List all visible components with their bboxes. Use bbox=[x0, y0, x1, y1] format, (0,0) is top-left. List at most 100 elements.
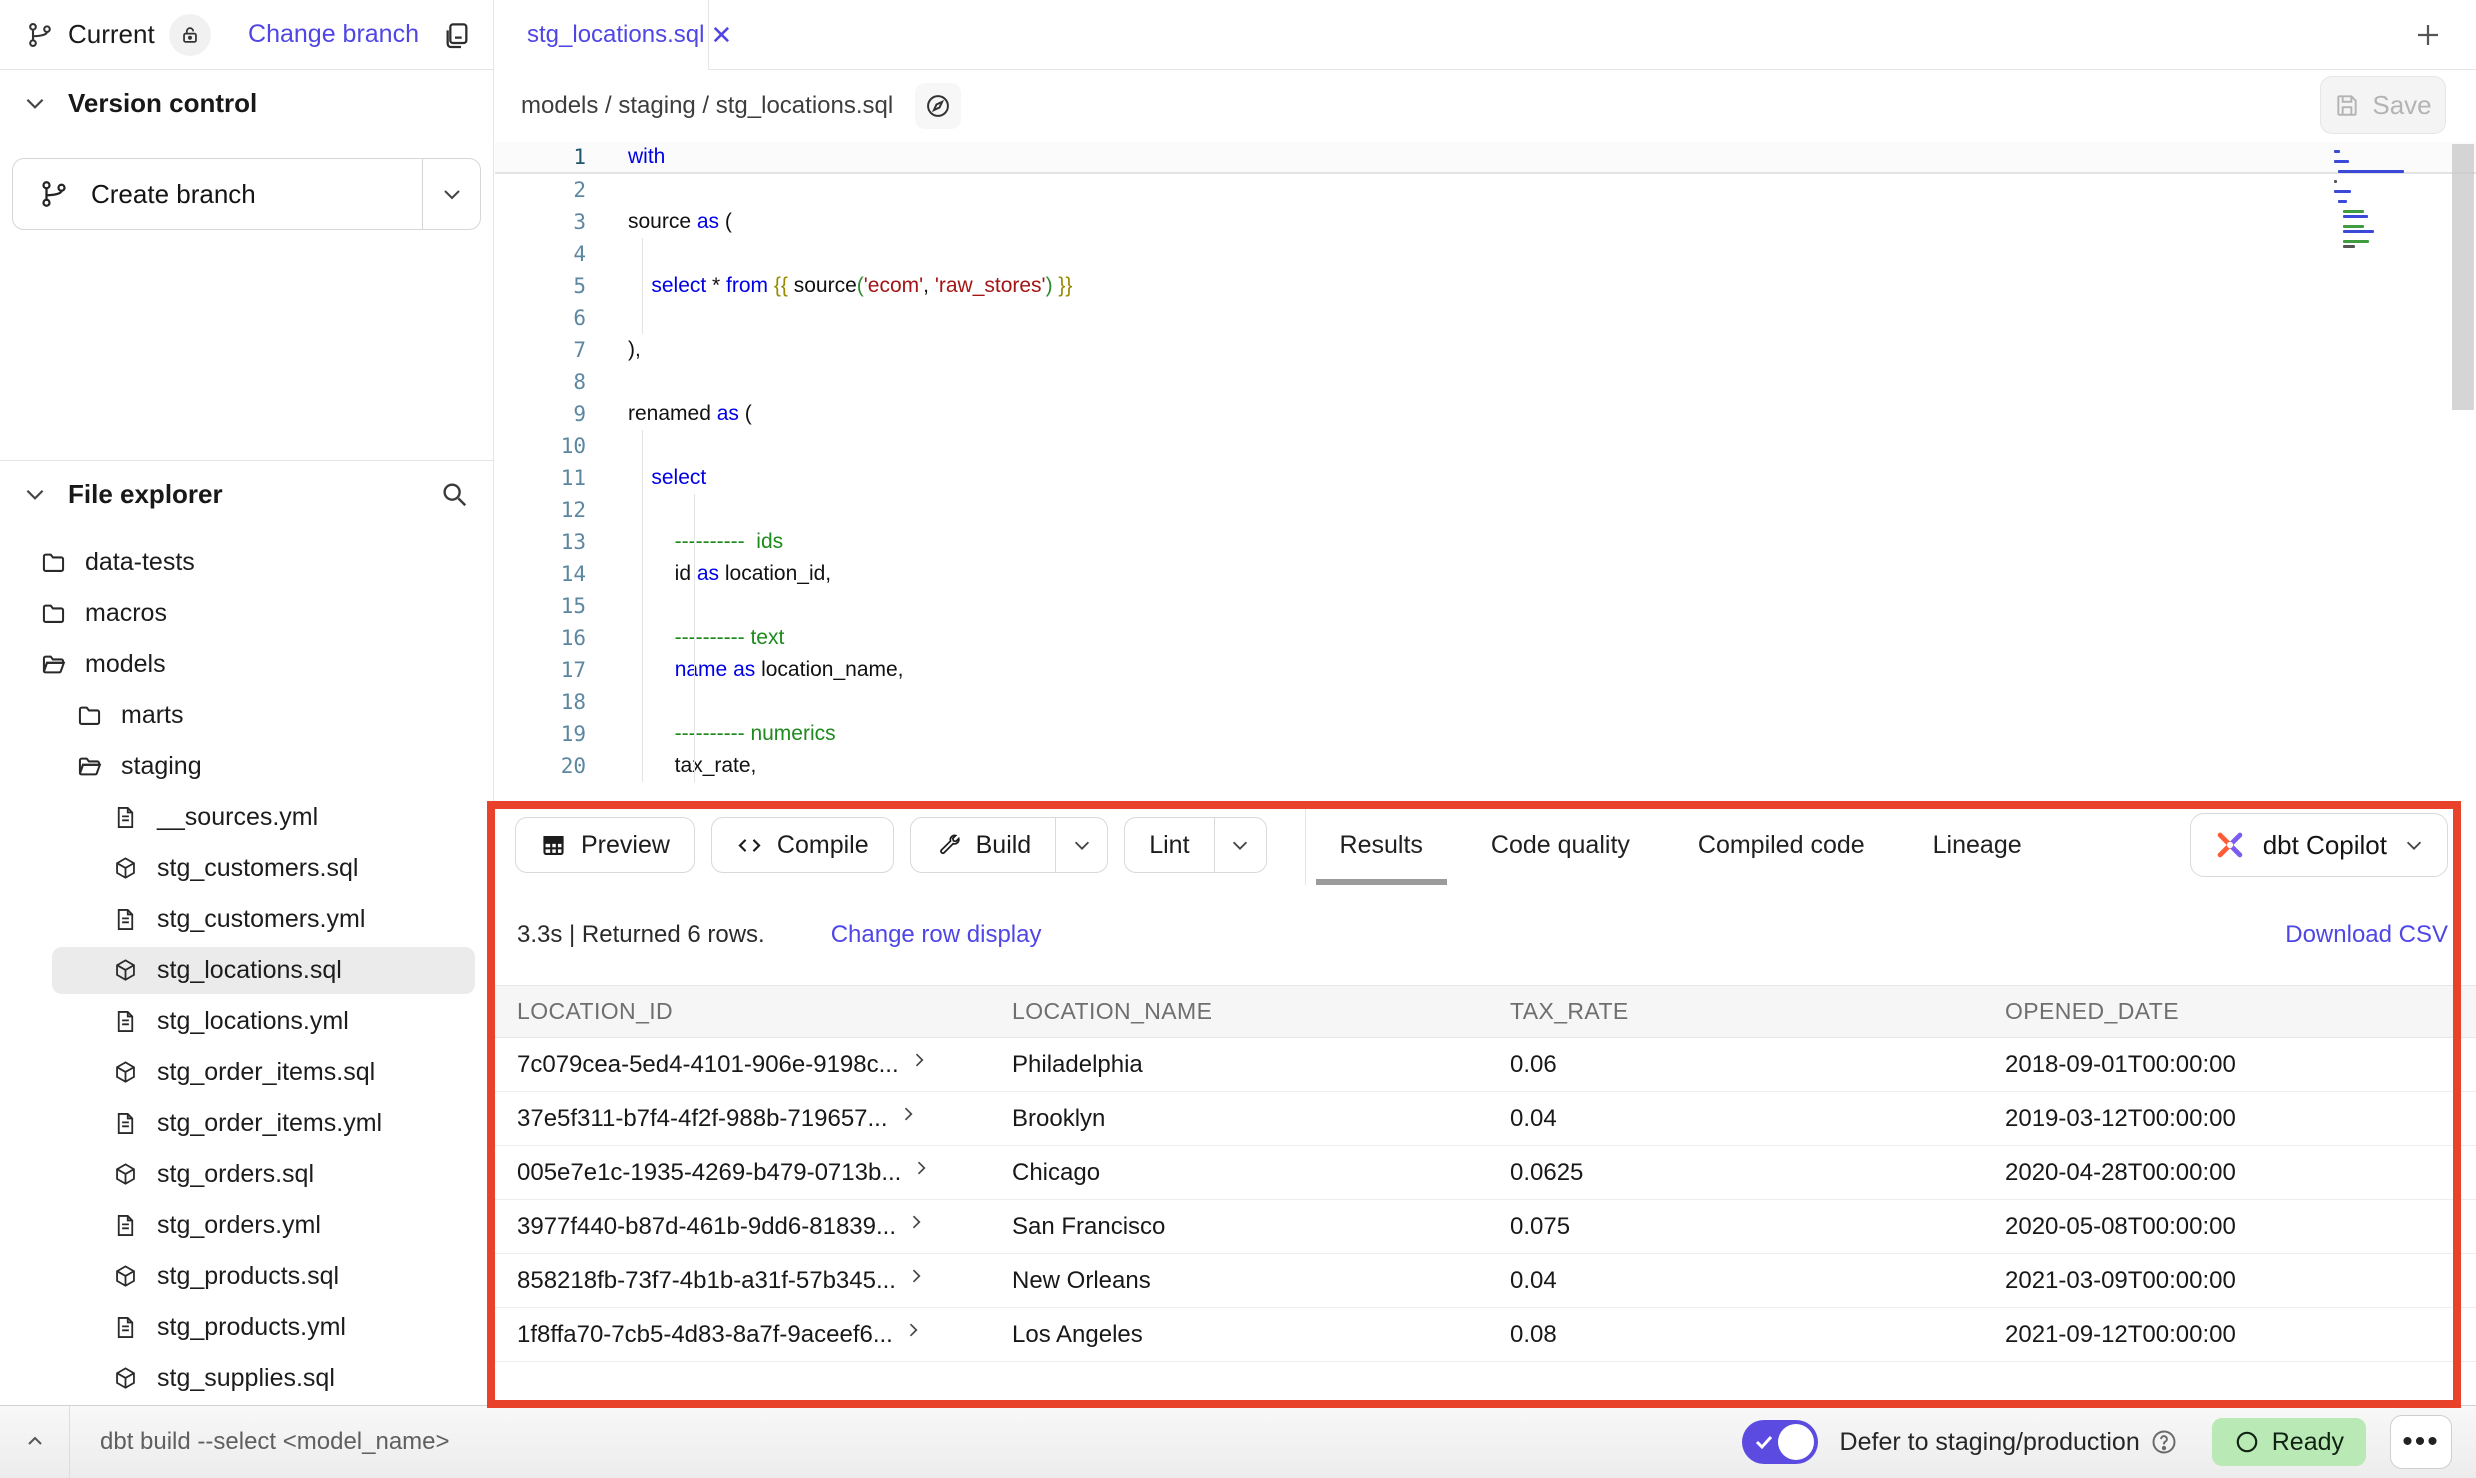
collapse-panel-button[interactable] bbox=[0, 1406, 70, 1478]
code-line-10[interactable]: 10 bbox=[495, 430, 2476, 462]
change-row-display-link[interactable]: Change row display bbox=[831, 921, 1042, 949]
editor-scrollbar[interactable] bbox=[2452, 144, 2474, 410]
lint-label: Lint bbox=[1149, 831, 1189, 860]
lint-dropdown[interactable] bbox=[1214, 818, 1266, 872]
code-line-14[interactable]: 14 id as location_id, bbox=[495, 558, 2476, 590]
table-row: 37e5f311-b7f4-4f2f-988b-719657...Brookly… bbox=[495, 1092, 2476, 1146]
command-input[interactable]: dbt build --select <model_name> bbox=[100, 1428, 450, 1456]
file-tree-item-stg-locations-yml[interactable]: stg_locations.yml bbox=[0, 996, 493, 1047]
code-line-16[interactable]: 16 ---------- text bbox=[495, 622, 2476, 654]
more-options-button[interactable]: ••• bbox=[2390, 1415, 2452, 1469]
file-tree-item-stg-products-yml[interactable]: stg_products.yml bbox=[0, 1302, 493, 1353]
code-line-15[interactable]: 15 bbox=[495, 590, 2476, 622]
expand-cell-icon[interactable] bbox=[906, 1211, 926, 1231]
file-tree-item-data-tests[interactable]: data-tests bbox=[0, 537, 493, 588]
download-csv-link[interactable]: Download CSV bbox=[2285, 921, 2448, 949]
lint-button[interactable]: Lint bbox=[1124, 817, 1266, 873]
lineage-compass-button[interactable] bbox=[915, 83, 961, 129]
code-line-12[interactable]: 12 bbox=[495, 494, 2476, 526]
folder-icon bbox=[40, 549, 67, 576]
cell-location-name: Brooklyn bbox=[990, 1105, 1488, 1133]
tab-results[interactable]: Results bbox=[1306, 805, 1457, 885]
file-tree-item-stg-order-items-sql[interactable]: stg_order_items.sql bbox=[0, 1047, 493, 1098]
expand-cell-icon[interactable] bbox=[903, 1319, 923, 1339]
branch-locked-badge bbox=[169, 14, 211, 56]
file-tree-label: stg_supplies.sql bbox=[157, 1364, 335, 1393]
file-tree-item-stg-supplies-sql[interactable]: stg_supplies.sql bbox=[0, 1353, 493, 1404]
file-tree-item-stg-locations-sql[interactable]: stg_locations.sql bbox=[0, 945, 493, 996]
file-tree-label: macros bbox=[85, 599, 167, 628]
minimap-line bbox=[2343, 230, 2374, 233]
file-tree-item-stg-orders-sql[interactable]: stg_orders.sql bbox=[0, 1149, 493, 1200]
code-line-18[interactable]: 18 bbox=[495, 686, 2476, 718]
code-text: ---------- numerics bbox=[628, 722, 836, 746]
file-tree-item-stg-customers-sql[interactable]: stg_customers.sql bbox=[0, 843, 493, 894]
change-branch-link[interactable]: Change branch bbox=[248, 20, 419, 49]
new-tab-button[interactable] bbox=[2406, 13, 2450, 57]
git-branch-icon bbox=[26, 21, 54, 49]
code-line-7[interactable]: 7), bbox=[495, 334, 2476, 366]
code-line-2[interactable]: 2 bbox=[495, 174, 2476, 206]
ready-label: Ready bbox=[2272, 1428, 2344, 1457]
code-line-4[interactable]: 4 bbox=[495, 238, 2476, 270]
file-tree-item-stg-products-sql[interactable]: stg_products.sql bbox=[0, 1251, 493, 1302]
table-row: 005e7e1c-1935-4269-b479-0713b...Chicago0… bbox=[495, 1146, 2476, 1200]
file-tree-item-marts[interactable]: marts bbox=[0, 690, 493, 741]
create-branch-button[interactable]: Create branch bbox=[12, 158, 481, 230]
code-line-19[interactable]: 19 ---------- numerics bbox=[495, 718, 2476, 750]
tab-code-quality[interactable]: Code quality bbox=[1457, 805, 1664, 885]
code-line-3[interactable]: 3source as ( bbox=[495, 206, 2476, 238]
preview-button[interactable]: Preview bbox=[515, 817, 695, 873]
indent-guide bbox=[642, 622, 643, 654]
code-line-20[interactable]: 20 tax_rate, bbox=[495, 750, 2476, 782]
create-branch-dropdown[interactable] bbox=[422, 159, 480, 229]
panel-toolbar: Preview Compile Build bbox=[495, 805, 2476, 885]
code-text: id as location_id, bbox=[628, 562, 831, 586]
expand-cell-icon[interactable] bbox=[909, 1049, 929, 1069]
expand-cell-icon[interactable] bbox=[906, 1265, 926, 1285]
tab-title: stg_locations.sql bbox=[527, 21, 704, 49]
code-text: source as ( bbox=[628, 210, 732, 234]
file-explorer-header[interactable]: File explorer bbox=[0, 461, 493, 527]
code-line-8[interactable]: 8 bbox=[495, 366, 2476, 398]
code-text: select bbox=[628, 466, 706, 490]
build-button[interactable]: Build bbox=[910, 817, 1109, 873]
indent-guide bbox=[694, 590, 695, 622]
code-line-17[interactable]: 17 name as location_name, bbox=[495, 654, 2476, 686]
file-tree-item-stg-orders-yml[interactable]: stg_orders.yml bbox=[0, 1200, 493, 1251]
dbt-copilot-button[interactable]: dbt Copilot bbox=[2190, 813, 2448, 877]
expand-cell-icon[interactable] bbox=[911, 1157, 931, 1177]
copy-icon[interactable] bbox=[441, 19, 473, 51]
tab-stg-locations-sql[interactable]: stg_locations.sql ✕ bbox=[495, 0, 709, 70]
tab-lineage[interactable]: Lineage bbox=[1899, 805, 2056, 885]
code-line-9[interactable]: 9renamed as ( bbox=[495, 398, 2476, 430]
file-tree-item-staging[interactable]: staging bbox=[0, 741, 493, 792]
expand-cell-icon[interactable] bbox=[898, 1103, 918, 1123]
code-line-6[interactable]: 6 bbox=[495, 302, 2476, 334]
code-line-11[interactable]: 11 select bbox=[495, 462, 2476, 494]
help-icon[interactable] bbox=[2150, 1428, 2178, 1456]
file-tree-item--sources-yml[interactable]: __sources.yml bbox=[0, 792, 493, 843]
file-tree-item-models[interactable]: models bbox=[0, 639, 493, 690]
minimap[interactable] bbox=[2334, 150, 2406, 248]
file-tree-item-macros[interactable]: macros bbox=[0, 588, 493, 639]
minimap-line bbox=[2334, 160, 2349, 163]
compile-button[interactable]: Compile bbox=[711, 817, 894, 873]
code-editor[interactable]: 1with23source as (45 select * from {{ so… bbox=[495, 142, 2476, 805]
tab-compiled-code[interactable]: Compiled code bbox=[1664, 805, 1899, 885]
file-tree-item-stg-customers-yml[interactable]: stg_customers.yml bbox=[0, 894, 493, 945]
table-row: 7c079cea-5ed4-4101-906e-9198c...Philadel… bbox=[495, 1038, 2476, 1092]
search-icon[interactable] bbox=[439, 479, 469, 509]
file-icon bbox=[112, 1314, 139, 1341]
version-control-header[interactable]: Version control bbox=[0, 70, 493, 136]
ide-status-badge[interactable]: Ready bbox=[2212, 1418, 2366, 1466]
indent-guide bbox=[642, 270, 643, 302]
file-tree-item-stg-order-items-yml[interactable]: stg_order_items.yml bbox=[0, 1098, 493, 1149]
code-line-13[interactable]: 13 ---------- ids bbox=[495, 526, 2476, 558]
save-button[interactable]: Save bbox=[2320, 76, 2446, 134]
code-line-5[interactable]: 5 select * from {{ source('ecom', 'raw_s… bbox=[495, 270, 2476, 302]
build-dropdown[interactable] bbox=[1055, 818, 1107, 872]
code-line-1[interactable]: 1with bbox=[495, 142, 2476, 174]
create-branch-main[interactable]: Create branch bbox=[13, 159, 422, 229]
defer-toggle[interactable] bbox=[1742, 1420, 1818, 1464]
